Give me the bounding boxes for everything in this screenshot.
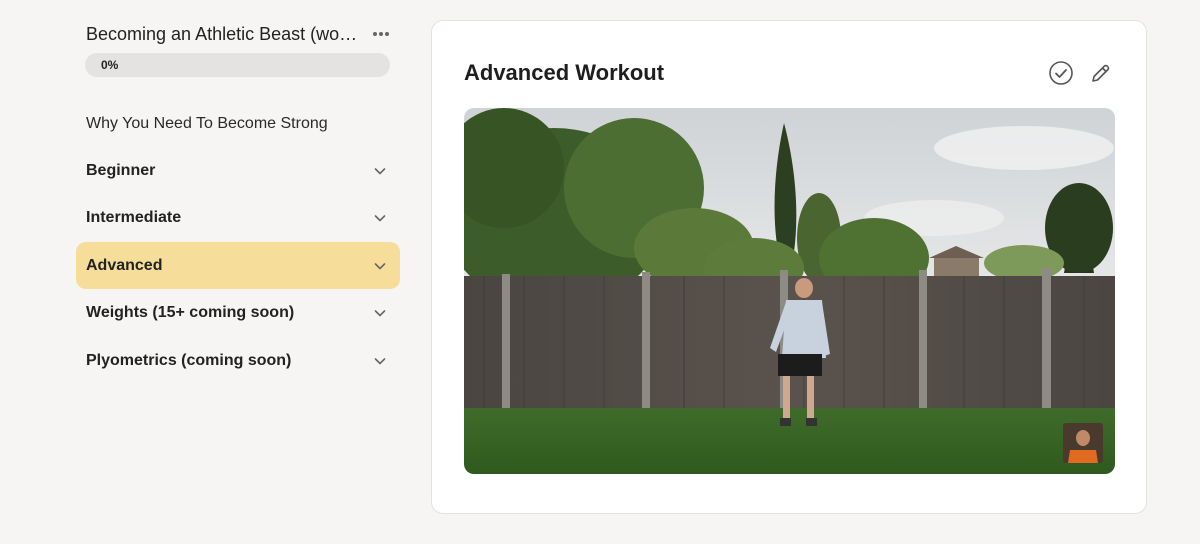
sidebar-item-intermediate[interactable]: Intermediate xyxy=(76,194,400,241)
chevron-down-icon xyxy=(374,214,386,221)
lesson-header: Advanced Workout xyxy=(464,59,1114,87)
workout-video-player[interactable] xyxy=(464,108,1115,474)
lesson-card: Advanced Workout xyxy=(431,20,1147,514)
course-header: Becoming an Athletic Beast (workout prog… xyxy=(86,22,392,46)
sidebar-item-label: Advanced xyxy=(86,256,163,274)
course-progress-bar: 0% xyxy=(85,53,390,77)
sidebar-item-label: Beginner xyxy=(86,161,156,179)
sidebar-item-label: Plyometrics (coming soon) xyxy=(86,351,292,369)
pencil-icon xyxy=(1092,64,1110,82)
check-circle-icon xyxy=(1049,61,1073,85)
more-options-icon[interactable] xyxy=(370,23,392,45)
chevron-down-icon xyxy=(374,309,386,316)
chevron-down-icon xyxy=(374,167,386,174)
sidebar-item-why-strong[interactable]: Why You Need To Become Strong xyxy=(76,100,400,147)
sidebar-item-label: Why You Need To Become Strong xyxy=(86,114,328,132)
chevron-down-icon xyxy=(374,262,386,269)
video-frame xyxy=(464,108,1115,474)
mark-complete-button[interactable] xyxy=(1048,60,1074,86)
progress-label: 0% xyxy=(101,58,119,72)
sidebar-item-weights[interactable]: Weights (15+ coming soon) xyxy=(76,289,400,336)
lesson-title: Advanced Workout xyxy=(464,60,665,85)
sidebar-item-plyometrics[interactable]: Plyometrics (coming soon) xyxy=(76,337,400,384)
sidebar-item-label: Intermediate xyxy=(86,208,182,226)
sidebar-item-beginner[interactable]: Beginner xyxy=(76,147,400,194)
edit-button[interactable] xyxy=(1088,60,1114,86)
course-title: Becoming an Athletic Beast (workout prog… xyxy=(86,23,362,44)
course-sidebar: Becoming an Athletic Beast (workout prog… xyxy=(76,0,400,544)
sidebar-item-advanced[interactable]: Advanced xyxy=(76,242,400,289)
chevron-down-icon xyxy=(374,357,386,364)
lesson-actions xyxy=(1048,60,1114,86)
sidebar-item-label: Weights (15+ coming soon) xyxy=(86,303,295,321)
